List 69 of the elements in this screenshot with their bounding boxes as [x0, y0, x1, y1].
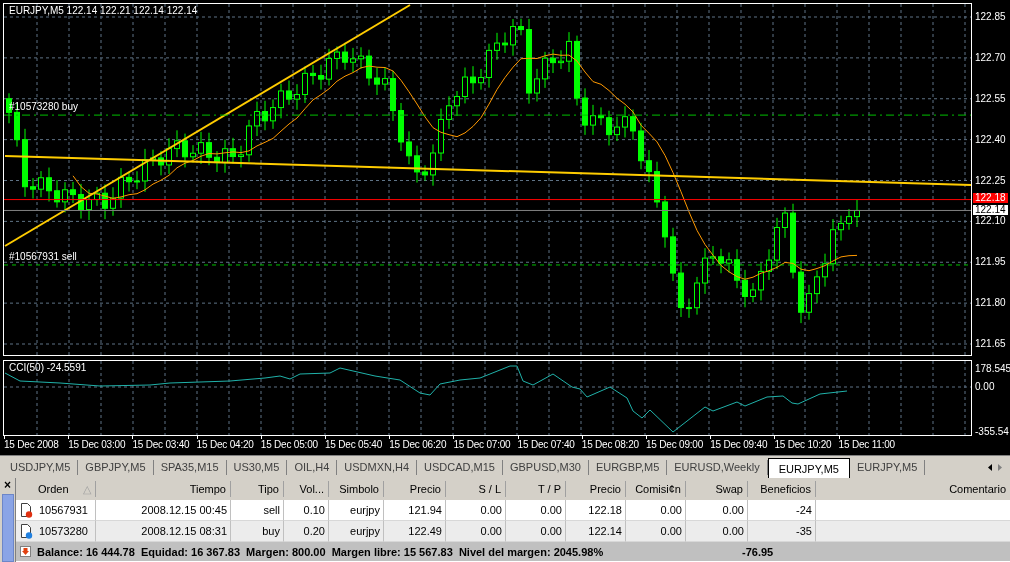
bid-price-label: 122.14	[973, 205, 1008, 216]
column-header[interactable]: Precio	[384, 481, 446, 497]
chart-tab[interactable]: SPA35,M15	[153, 459, 227, 475]
price-tick-label: 122.10	[975, 215, 1006, 228]
chart-tab[interactable]: USDJPY,M5	[3, 459, 79, 475]
arrow-down-icon	[20, 546, 31, 557]
time-axis-label: 15 Dec 10:20	[774, 439, 832, 451]
time-axis-label: 15 Dec 05:40	[325, 439, 383, 451]
chart-tab[interactable]: US30,M5	[226, 459, 288, 475]
chart-tab[interactable]: EURJPY,M5	[849, 459, 926, 475]
column-label: Orden	[38, 483, 69, 495]
sort-indicator: △	[82, 482, 91, 496]
time-axis-label: 15 Dec 08:20	[581, 439, 639, 451]
price-tick-label: 121.80	[975, 297, 1006, 310]
indicator-tick-label: 178.545	[975, 363, 1010, 375]
time-axis-label: 15 Dec 06:20	[389, 439, 447, 451]
chart-tab[interactable]: EURGBP,M5	[588, 459, 668, 475]
column-header[interactable]: Vol...	[284, 481, 329, 497]
panel-side-tab[interactable]	[1, 494, 14, 562]
column-header[interactable]: Tipo	[231, 481, 284, 497]
price-tick-label: 122.25	[975, 174, 1006, 187]
column-header[interactable]: T / P	[506, 481, 566, 497]
price-tick-label: 121.95	[975, 256, 1006, 269]
scroll-left-icon[interactable]	[988, 463, 992, 471]
chart-tab[interactable]: USDCAD,M15	[417, 459, 503, 475]
time-axis-label: 15 Dec 11:00	[838, 439, 895, 451]
time-axis-label: 15 Dec 09:00	[646, 439, 704, 451]
price-tick-label: 122.85	[975, 11, 1006, 23]
order-label: #10567931 sell	[9, 250, 77, 263]
column-header[interactable]: Tiempo	[96, 481, 231, 497]
column-header[interactable]: Swap	[686, 481, 748, 497]
table-cell: 10573280	[39, 525, 88, 537]
time-axis-label: 15 Dec 07:40	[517, 439, 575, 451]
total-profit: -76.95	[742, 545, 775, 558]
time-axis-label: 15 Dec 03:40	[132, 439, 190, 451]
chart-title: EURJPY,M5 122.14 122.21 122.14 122.14	[9, 5, 198, 17]
price-tick-label: 121.65	[975, 338, 1006, 350]
column-header[interactable]: Beneficios	[748, 481, 816, 497]
column-header[interactable]: Orden △	[16, 481, 96, 497]
chart-tab[interactable]: USDMXN,H4	[337, 459, 418, 475]
scroll-right-icon[interactable]	[998, 463, 1002, 471]
time-axis-label: 15 Dec 09:40	[710, 439, 768, 451]
indicator-tick-label: -355.54	[975, 426, 1009, 438]
sell-order-icon	[20, 502, 33, 518]
column-header[interactable]: Simbolo	[329, 481, 384, 497]
buy-order-icon	[20, 523, 33, 539]
time-axis-label: 15 Dec 2008	[4, 439, 59, 451]
price-tick-label: 122.70	[975, 51, 1006, 64]
account-summary: Balance: 16 444.78 Equidad: 16 367.83 Margen: 800.00 Margen libre: 15 567.83 Nivel del margen: 2045.98%	[37, 545, 604, 558]
indicator-tick-label: 0.00	[975, 381, 995, 393]
column-header[interactable]: S / L	[446, 481, 506, 497]
close-button[interactable]: ×	[4, 478, 11, 494]
column-header[interactable]: Comentario	[816, 481, 1010, 497]
column-header[interactable]: Precio	[566, 481, 626, 497]
chart-tab[interactable]: GBPJPY,M5	[78, 459, 154, 475]
chart-tab[interactable]: OIL,H4	[287, 459, 338, 475]
chart-tab[interactable]: GBPUSD,M30	[502, 459, 589, 475]
time-axis-label: 15 Dec 07:00	[453, 439, 511, 451]
chart-tab[interactable]: EURUSD,Weekly	[667, 459, 768, 475]
column-header[interactable]: Comisi¢n	[626, 481, 686, 497]
table-cell: 10567931	[39, 504, 88, 516]
price-tick-label: 122.55	[975, 92, 1006, 105]
time-axis-label: 15 Dec 04:20	[196, 439, 254, 451]
chart-tab[interactable]: EURJPY,M5	[767, 457, 850, 479]
price-tick-label: 122.40	[975, 133, 1006, 146]
indicator-label: CCI(50) -24.5591	[9, 362, 87, 374]
ask-price-label: 122.18	[973, 192, 1008, 203]
time-axis-label: 15 Dec 03:00	[68, 439, 126, 451]
time-axis-label: 15 Dec 05:00	[260, 439, 318, 451]
